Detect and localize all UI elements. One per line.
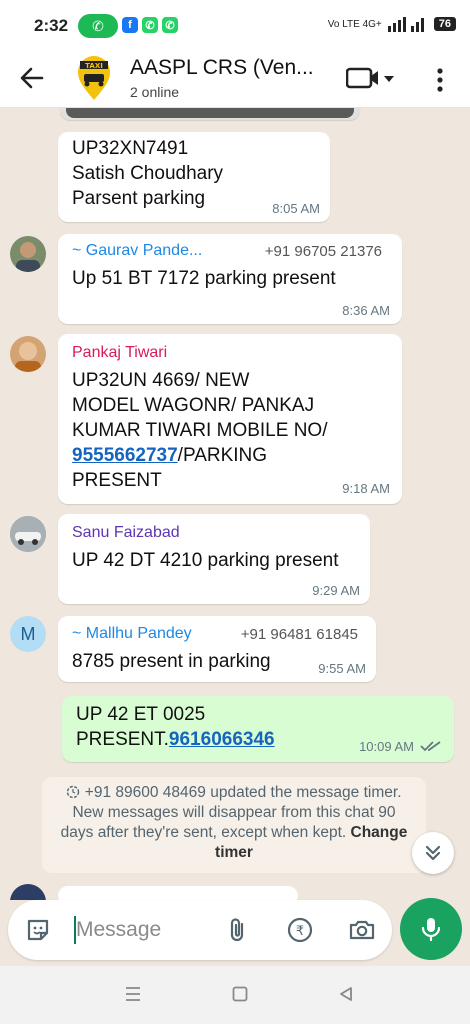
whatsapp-icon: ✆: [142, 17, 158, 33]
message-bubble[interactable]: UP32XN7491 Satish Choudhary Parsent park…: [58, 132, 330, 222]
avatar[interactable]: [10, 884, 46, 900]
message-bubble[interactable]: Pankaj Tiwari UP32UN 4669/ NEW MODEL WAG…: [58, 334, 402, 504]
back-nav-icon[interactable]: [338, 986, 354, 1002]
battery-icon: 76: [433, 17, 456, 31]
ongoing-call-icon[interactable]: ✆: [78, 14, 118, 38]
message-bubble[interactable]: ~ Gaurav Pande... +91 96705 21376 Up 51 …: [58, 234, 402, 324]
camera-icon[interactable]: [348, 916, 376, 944]
avatar[interactable]: [10, 336, 46, 372]
rupee-payment-icon[interactable]: ₹: [286, 916, 314, 944]
image-thumbnail: [66, 108, 354, 118]
voice-message-button[interactable]: [400, 898, 462, 960]
message-input[interactable]: Message: [76, 918, 161, 942]
network-label: Vo LTE 4G+: [327, 18, 382, 30]
message-text: UP32XN7491 Satish Choudhary Parsent park…: [72, 138, 224, 209]
phone-link[interactable]: 9616066346: [169, 729, 275, 750]
sender-phone: +91 96705 21376: [264, 243, 382, 260]
chat-title[interactable]: AASPL CRS (Ven...: [130, 56, 314, 80]
message-bubble[interactable]: Sanu Faizabad UP 42 DT 4210 parking pres…: [58, 514, 370, 604]
logo-text: TAXI: [85, 62, 103, 70]
timer-icon: [67, 785, 80, 799]
whatsapp-business-icon: ✆: [162, 17, 178, 33]
message-text: UP 42 ET 0025 PRESENT.9616066346: [76, 704, 275, 750]
microphone-icon: [421, 918, 441, 942]
message-input-bar[interactable]: Message ₹: [8, 900, 392, 960]
sender-name[interactable]: Sanu Faizabad: [72, 524, 180, 542]
sender-phone: +91 96481 61845: [240, 626, 358, 643]
message-list[interactable]: UP32XN7491 Satish Choudhary Parsent park…: [0, 108, 470, 900]
message-time: 9:55 AM: [318, 661, 366, 676]
avatar[interactable]: M: [10, 616, 46, 652]
message-bubble[interactable]: ~ Mallhu Pandey +91 96481 61845 8785 pre…: [58, 616, 376, 682]
back-arrow-icon[interactable]: [18, 64, 46, 92]
status-indicators: Vo LTE 4G+ 76: [328, 16, 456, 32]
avatar[interactable]: [10, 236, 46, 272]
sticker-icon[interactable]: [24, 916, 52, 944]
message-text: UP 42 DT 4210 parking present: [72, 550, 339, 571]
message-time: 9:18 AM: [342, 481, 390, 496]
attach-icon[interactable]: [224, 916, 252, 944]
message-time: 10:09 AM: [359, 739, 414, 754]
message-text: UP32UN 4669/ NEW MODEL WAGONR/ PANKAJ KU…: [72, 370, 328, 491]
signal-icon: [387, 17, 424, 32]
facebook-icon: f: [122, 17, 138, 33]
sender-name[interactable]: Pankaj Tiwari: [72, 344, 167, 362]
scroll-to-bottom-button[interactable]: [412, 832, 454, 874]
video-call-icon[interactable]: [346, 66, 398, 90]
sender-name[interactable]: ~ Gaurav Pande...: [72, 242, 202, 260]
home-icon[interactable]: [232, 986, 248, 1002]
online-status: 2 online: [130, 84, 180, 100]
sender-name[interactable]: ~ Mallhu Pandey: [72, 625, 192, 643]
phone-link[interactable]: 9555662737: [72, 445, 178, 466]
system-message: +91 89600 48469 updated the message time…: [42, 777, 426, 873]
message-text: Up 51 BT 7172 parking present: [72, 268, 336, 289]
message-bubble-partial[interactable]: [58, 886, 298, 900]
more-options-icon[interactable]: [432, 66, 448, 94]
group-avatar[interactable]: TAXI: [74, 56, 114, 102]
message-text: 8785 present in parking: [72, 651, 271, 672]
image-message-partial[interactable]: [60, 108, 360, 120]
recent-apps-icon[interactable]: [124, 986, 142, 1002]
chat-header: TAXI AASPL CRS (Ven... 2 online: [0, 52, 470, 108]
read-receipt-icon: [420, 741, 441, 752]
outgoing-message-bubble[interactable]: UP 42 ET 0025 PRESENT.9616066346 10:09 A…: [62, 696, 454, 762]
avatar[interactable]: [10, 516, 46, 552]
svg-text:₹: ₹: [296, 924, 304, 939]
message-time: 8:05 AM: [272, 201, 320, 216]
status-time: 2:32: [34, 16, 69, 35]
system-nav-bar: [0, 966, 470, 1024]
status-bar: 2:32 ✆ f ✆ ✆ Vo LTE 4G+ 76: [0, 0, 470, 52]
message-time: 9:29 AM: [312, 583, 360, 598]
message-time: 8:36 AM: [342, 303, 390, 318]
double-chevron-down-icon: [425, 845, 441, 861]
